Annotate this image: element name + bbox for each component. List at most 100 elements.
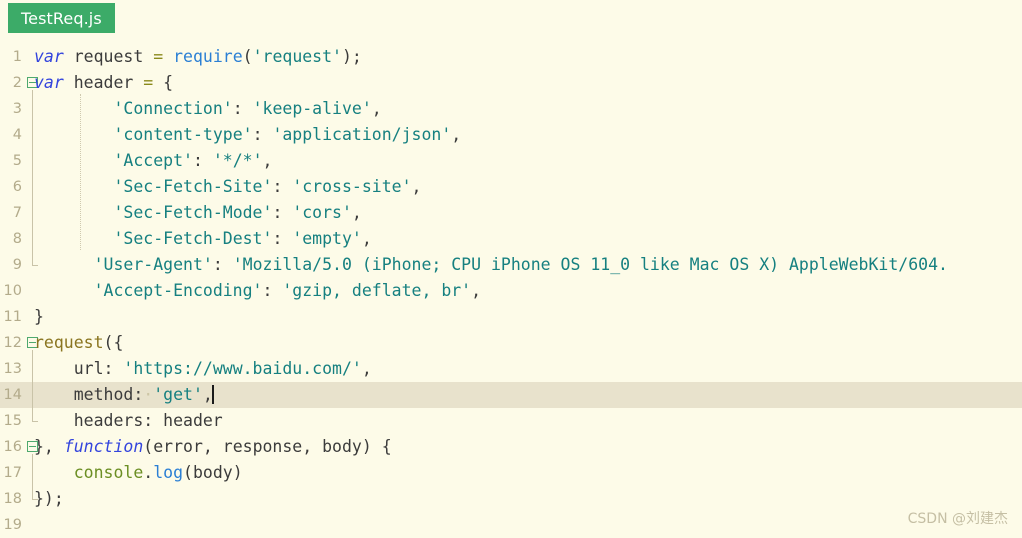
code-token: var (34, 73, 64, 92)
line-number: 19 (3, 517, 22, 533)
line-number: 4 (12, 127, 22, 143)
code-line-1[interactable]: 1 var request = require('request'); (0, 44, 1022, 70)
code-line-15[interactable]: 15 headers: header (0, 408, 1022, 434)
code-editor-surface[interactable]: 1 var request = require('request'); 2 var h… (0, 36, 1022, 538)
line-number: 13 (3, 361, 22, 377)
code-line-7[interactable]: 7 'Sec-Fetch-Mode': 'cors', (0, 200, 1022, 226)
code-line-text: }); (34, 486, 64, 512)
code-line-14[interactable]: 14 method:·'get', (0, 382, 1022, 408)
code-line-6[interactable]: 6 'Sec-Fetch-Site': 'cross-site', (0, 174, 1022, 200)
code-token: var (34, 47, 64, 66)
line-number: 8 (12, 231, 22, 247)
line-number: 16 (3, 439, 22, 455)
code-token: 'gzip, deflate, br' (282, 281, 472, 300)
code-line-3[interactable]: 3 'Connection': 'keep-alive', (0, 96, 1022, 122)
code-token: : (272, 229, 293, 248)
code-token: 'empty' (292, 229, 362, 248)
code-token: : (212, 255, 233, 274)
code-line-13[interactable]: 13 url: 'https://www.baidu.com/', (0, 356, 1022, 382)
code-line-17[interactable]: 17 console.log(body) (0, 460, 1022, 486)
code-token: (error, response, body) { (143, 437, 392, 456)
code-editor-window: TestReq.js 1 var request = require('reque… (0, 0, 1022, 538)
code-token: } (34, 307, 44, 326)
code-token: : (272, 203, 293, 222)
code-line-16[interactable]: 16 }, function(error, response, body) { (0, 434, 1022, 460)
code-token: : (252, 125, 273, 144)
line-number: 10 (3, 283, 22, 299)
code-token: 'cross-site' (292, 177, 412, 196)
code-token: ({ (103, 333, 124, 352)
code-line-11[interactable]: 11} (0, 304, 1022, 330)
code-line-text: 'User-Agent': 'Mozilla/5.0 (iPhone; CPU … (34, 252, 948, 278)
code-token: : (272, 177, 293, 196)
code-line-2[interactable]: 2 var header = { (0, 70, 1022, 96)
code-token: 'Accept' (113, 151, 193, 170)
csdn-watermark: CSDN @刘建杰 (907, 511, 1008, 527)
tab-label: TestReq.js (21, 8, 102, 28)
line-number: 2 (12, 75, 22, 91)
fold-region-guide (32, 454, 38, 500)
code-token: console (73, 463, 144, 482)
code-line-text: 'Sec-Fetch-Mode': 'cors', (34, 200, 362, 226)
code-token: request (63, 47, 154, 66)
code-line-text: method:·'get', (34, 382, 214, 408)
code-token: 'request' (252, 47, 342, 66)
code-token: ( (242, 47, 253, 66)
code-token: : (232, 99, 253, 118)
code-token: 'User-Agent' (93, 255, 213, 274)
code-token: }, (34, 437, 64, 456)
line-number: 5 (12, 153, 22, 169)
code-line-8[interactable]: 8 'Sec-Fetch-Dest': 'empty', (0, 226, 1022, 252)
code-token: : (192, 151, 213, 170)
code-line-text: var request = require('request'); (34, 44, 362, 70)
indent-guide (80, 94, 81, 250)
code-line-5[interactable]: 5 'Accept': '*/*', (0, 148, 1022, 174)
code-token: 'Accept-Encoding' (93, 281, 263, 300)
code-token: 'Mozilla/5.0 (iPhone; CPU iPhone OS 11_0… (232, 255, 948, 274)
code-token: , (371, 99, 382, 118)
tab-testreq-js[interactable]: TestReq.js (8, 3, 115, 33)
code-token: = (143, 73, 154, 92)
code-token: 'application/json' (272, 125, 452, 144)
code-line-18[interactable]: 18}); (0, 486, 1022, 512)
code-line-text: var header = { (34, 70, 173, 96)
code-token: , (451, 125, 462, 144)
fold-region-guide (32, 350, 38, 422)
code-line-4[interactable]: 4 'content-type': 'application/json', (0, 122, 1022, 148)
line-number: 11 (3, 309, 22, 325)
code-token: { (153, 73, 174, 92)
code-token: , (351, 203, 362, 222)
code-token: '*/*' (212, 151, 263, 170)
code-token: url: (73, 359, 124, 378)
code-token: log (153, 463, 184, 482)
code-line-12[interactable]: 12 request({ (0, 330, 1022, 356)
code-line-text: }, function(error, response, body) { (34, 434, 392, 460)
code-token: ); (341, 47, 362, 66)
code-line-text: } (34, 304, 44, 330)
code-line-text: request({ (34, 330, 123, 356)
code-token: request (34, 333, 104, 352)
code-line-9[interactable]: 9 'User-Agent': 'Mozilla/5.0 (iPhone; CP… (0, 252, 1022, 278)
code-line-19[interactable]: 19 (0, 512, 1022, 538)
line-number: 6 (12, 179, 22, 195)
code-token: 'Sec-Fetch-Dest' (113, 229, 273, 248)
code-line-text: 'Connection': 'keep-alive', (34, 96, 382, 122)
code-token: 'cors' (292, 203, 352, 222)
code-line-text: 'Accept': '*/*', (34, 148, 272, 174)
code-line-10[interactable]: 10 'Accept-Encoding': 'gzip, deflate, br… (0, 278, 1022, 304)
code-token: 'get' (153, 385, 203, 404)
code-token: : (262, 281, 283, 300)
line-number: 15 (3, 413, 22, 429)
code-token: 'Sec-Fetch-Site' (113, 177, 273, 196)
text-caret (211, 385, 214, 404)
line-number: 1 (12, 49, 22, 65)
code-token: , (361, 229, 372, 248)
